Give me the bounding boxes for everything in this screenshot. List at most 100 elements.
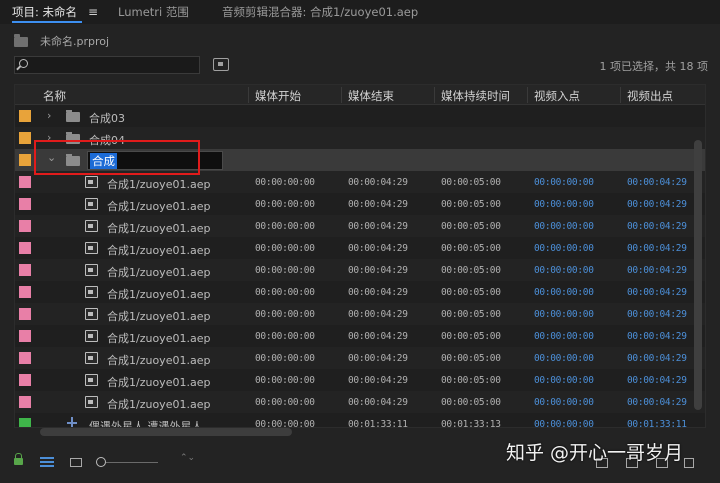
video-in-value[interactable]: 00:00:00:00 — [534, 397, 594, 408]
table-row[interactable]: 合成1/zuoye01.aep 00:00:00:00 00:00:04:29 … — [15, 325, 705, 347]
label-color-swatch[interactable] — [19, 264, 31, 276]
table-row[interactable]: 合成1/zuoye01.aep 00:00:00:00 00:00:04:29 … — [15, 237, 705, 259]
video-in-value[interactable]: 00:00:00:00 — [534, 309, 594, 320]
label-color-swatch[interactable] — [19, 374, 31, 386]
column-header-video-in[interactable]: 视频入点 — [534, 88, 580, 104]
table-row[interactable]: 合成1/zuoye01.aep 00:00:00:00 00:00:04:29 … — [15, 347, 705, 369]
tab-audio-clip-mixer[interactable]: 音频剪辑混合器: 合成1/zuoye01.aep — [222, 4, 418, 22]
label-color-swatch[interactable] — [19, 242, 31, 254]
video-in-value[interactable]: 00:00:00:00 — [534, 287, 594, 298]
column-divider[interactable] — [248, 87, 249, 103]
label-color-swatch[interactable] — [19, 176, 31, 188]
video-in-value[interactable]: 00:00:00:00 — [534, 243, 594, 254]
label-color-swatch[interactable] — [19, 154, 31, 166]
media-start-value: 00:00:00:00 — [255, 177, 315, 188]
video-in-value[interactable]: 00:00:00:00 — [534, 331, 594, 342]
video-out-value[interactable]: 00:00:04:29 — [627, 375, 687, 386]
item-name[interactable]: 合成1/zuoye01.aep — [107, 242, 210, 258]
item-name[interactable]: 合成1/zuoye01.aep — [107, 286, 210, 302]
composition-icon — [85, 352, 98, 364]
video-in-value[interactable]: 00:00:00:00 — [534, 221, 594, 232]
label-color-swatch[interactable] — [19, 396, 31, 408]
column-divider[interactable] — [341, 87, 342, 103]
icon-view-icon[interactable] — [70, 458, 82, 467]
video-in-value[interactable]: 00:00:00:00 — [534, 419, 594, 427]
item-name[interactable]: 合成1/zuoye01.aep — [107, 176, 210, 192]
video-out-value[interactable]: 00:00:04:29 — [627, 243, 687, 254]
item-name[interactable]: 合成1/zuoye01.aep — [107, 264, 210, 280]
lock-icon[interactable] — [14, 453, 23, 465]
column-divider[interactable] — [434, 87, 435, 103]
list-view-icon[interactable] — [40, 457, 54, 468]
item-name[interactable]: 合成1/zuoye01.aep — [107, 198, 210, 214]
video-in-value[interactable]: 00:00:00:00 — [534, 177, 594, 188]
expand-chevron-icon[interactable]: › — [47, 109, 51, 122]
tab-lumetri-scopes[interactable]: Lumetri 范围 — [118, 4, 189, 22]
table-row[interactable]: 合成1/zuoye01.aep 00:00:00:00 00:00:04:29 … — [15, 281, 705, 303]
column-header-name[interactable]: 名称 — [43, 88, 66, 104]
trash-icon[interactable] — [684, 458, 694, 468]
video-out-value[interactable]: 00:00:04:29 — [627, 221, 687, 232]
video-out-value[interactable]: 00:00:04:29 — [627, 287, 687, 298]
label-color-swatch[interactable] — [19, 418, 31, 427]
new-bin-from-search-icon[interactable] — [213, 58, 229, 71]
horizontal-scrollbar[interactable] — [40, 428, 292, 436]
item-name[interactable]: 合成1/zuoye01.aep — [107, 374, 210, 390]
tab-project[interactable]: 项目: 未命名 — [12, 4, 77, 22]
media-duration-value: 00:00:05:00 — [441, 243, 501, 254]
item-name[interactable]: 合成03 — [89, 110, 125, 126]
label-color-swatch[interactable] — [19, 198, 31, 210]
video-in-value[interactable]: 00:00:00:00 — [534, 199, 594, 210]
column-divider[interactable] — [620, 87, 621, 103]
table-row[interactable]: 合成1/zuoye01.aep 00:00:00:00 00:00:04:29 … — [15, 303, 705, 325]
table-row[interactable]: 合成1/zuoye01.aep 00:00:00:00 00:00:04:29 … — [15, 259, 705, 281]
table-row[interactable]: 合成1/zuoye01.aep 00:00:00:00 00:00:04:29 … — [15, 193, 705, 215]
search-input[interactable] — [14, 56, 200, 74]
item-name[interactable]: 合成1/zuoye01.aep — [107, 308, 210, 324]
label-color-swatch[interactable] — [19, 352, 31, 364]
table-row[interactable]: 合成1/zuoye01.aep 00:00:00:00 00:00:04:29 … — [15, 391, 705, 413]
column-header-media-duration[interactable]: 媒体持续时间 — [441, 88, 510, 104]
column-divider[interactable] — [527, 87, 528, 103]
video-out-value[interactable]: 00:00:04:29 — [627, 177, 687, 188]
item-name[interactable]: 合成1/zuoye01.aep — [107, 352, 210, 368]
label-color-swatch[interactable] — [19, 330, 31, 342]
video-in-value[interactable]: 00:00:00:00 — [534, 353, 594, 364]
panel-menu-icon[interactable]: ≡ — [88, 5, 98, 23]
item-name[interactable]: 偶遇外星人 遭遇外星人 — [89, 418, 203, 427]
column-header-media-end[interactable]: 媒体结束 — [348, 88, 394, 104]
video-out-value[interactable]: 00:01:33:11 — [627, 419, 687, 427]
video-out-value[interactable]: 00:00:04:29 — [627, 265, 687, 276]
label-color-swatch[interactable] — [19, 286, 31, 298]
table-row[interactable]: 合成1/zuoye01.aep 00:00:00:00 00:00:04:29 … — [15, 369, 705, 391]
zoom-slider-handle[interactable] — [96, 457, 106, 467]
search-icon — [19, 59, 28, 68]
video-out-value[interactable]: 00:00:04:29 — [627, 199, 687, 210]
media-end-value: 00:00:04:29 — [348, 353, 408, 364]
active-tab-indicator — [12, 21, 82, 23]
highlight-annotation-box — [34, 140, 200, 175]
item-name[interactable]: 合成1/zuoye01.aep — [107, 330, 210, 346]
video-out-value[interactable]: 00:00:04:29 — [627, 397, 687, 408]
media-duration-value: 00:00:05:00 — [441, 177, 501, 188]
label-color-swatch[interactable] — [19, 308, 31, 320]
video-in-value[interactable]: 00:00:00:00 — [534, 375, 594, 386]
table-row[interactable]: 偶遇外星人 遭遇外星人 00:00:00:00 00:01:33:11 00:0… — [15, 413, 705, 427]
column-header-media-start[interactable]: 媒体开始 — [255, 88, 301, 104]
item-name[interactable]: 合成1/zuoye01.aep — [107, 396, 210, 412]
zoom-slider-track[interactable] — [106, 462, 158, 463]
video-out-value[interactable]: 00:00:04:29 — [627, 331, 687, 342]
table-row[interactable]: › 合成03 — [15, 105, 705, 127]
table-row[interactable]: 合成1/zuoye01.aep 00:00:00:00 00:00:04:29 … — [15, 215, 705, 237]
column-header-video-out[interactable]: 视频出点 — [627, 88, 673, 104]
label-color-swatch[interactable] — [19, 220, 31, 232]
video-out-value[interactable]: 00:00:04:29 — [627, 309, 687, 320]
vertical-scrollbar[interactable] — [694, 140, 702, 410]
video-in-value[interactable]: 00:00:00:00 — [534, 265, 594, 276]
sort-icon[interactable]: ⌃⌄ — [180, 454, 195, 463]
selection-status: 1 项已选择，共 18 项 — [599, 60, 709, 73]
label-color-swatch[interactable] — [19, 110, 31, 122]
video-out-value[interactable]: 00:00:04:29 — [627, 353, 687, 364]
item-name[interactable]: 合成1/zuoye01.aep — [107, 220, 210, 236]
label-color-swatch[interactable] — [19, 132, 31, 144]
